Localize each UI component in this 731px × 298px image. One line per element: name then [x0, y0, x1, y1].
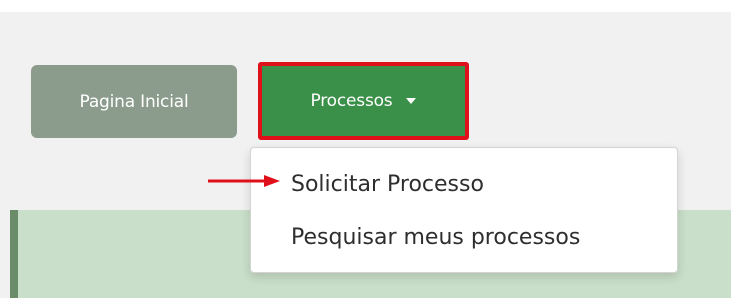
home-button[interactable]: Pagina Inicial: [31, 65, 237, 138]
processos-dropdown-menu: Solicitar Processo Pesquisar meus proces…: [250, 147, 678, 273]
red-arrow-icon: [208, 175, 280, 187]
top-band: [0, 0, 731, 12]
menu-item-solicitar-processo[interactable]: Solicitar Processo: [291, 172, 484, 197]
home-button-label: Pagina Inicial: [79, 91, 189, 112]
processos-dropdown-button[interactable]: Processos: [258, 62, 469, 140]
menu-item-pesquisar-meus-processos[interactable]: Pesquisar meus processos: [291, 225, 580, 250]
processos-button-label: Processos: [310, 91, 393, 111]
caret-down-icon: [406, 98, 417, 104]
